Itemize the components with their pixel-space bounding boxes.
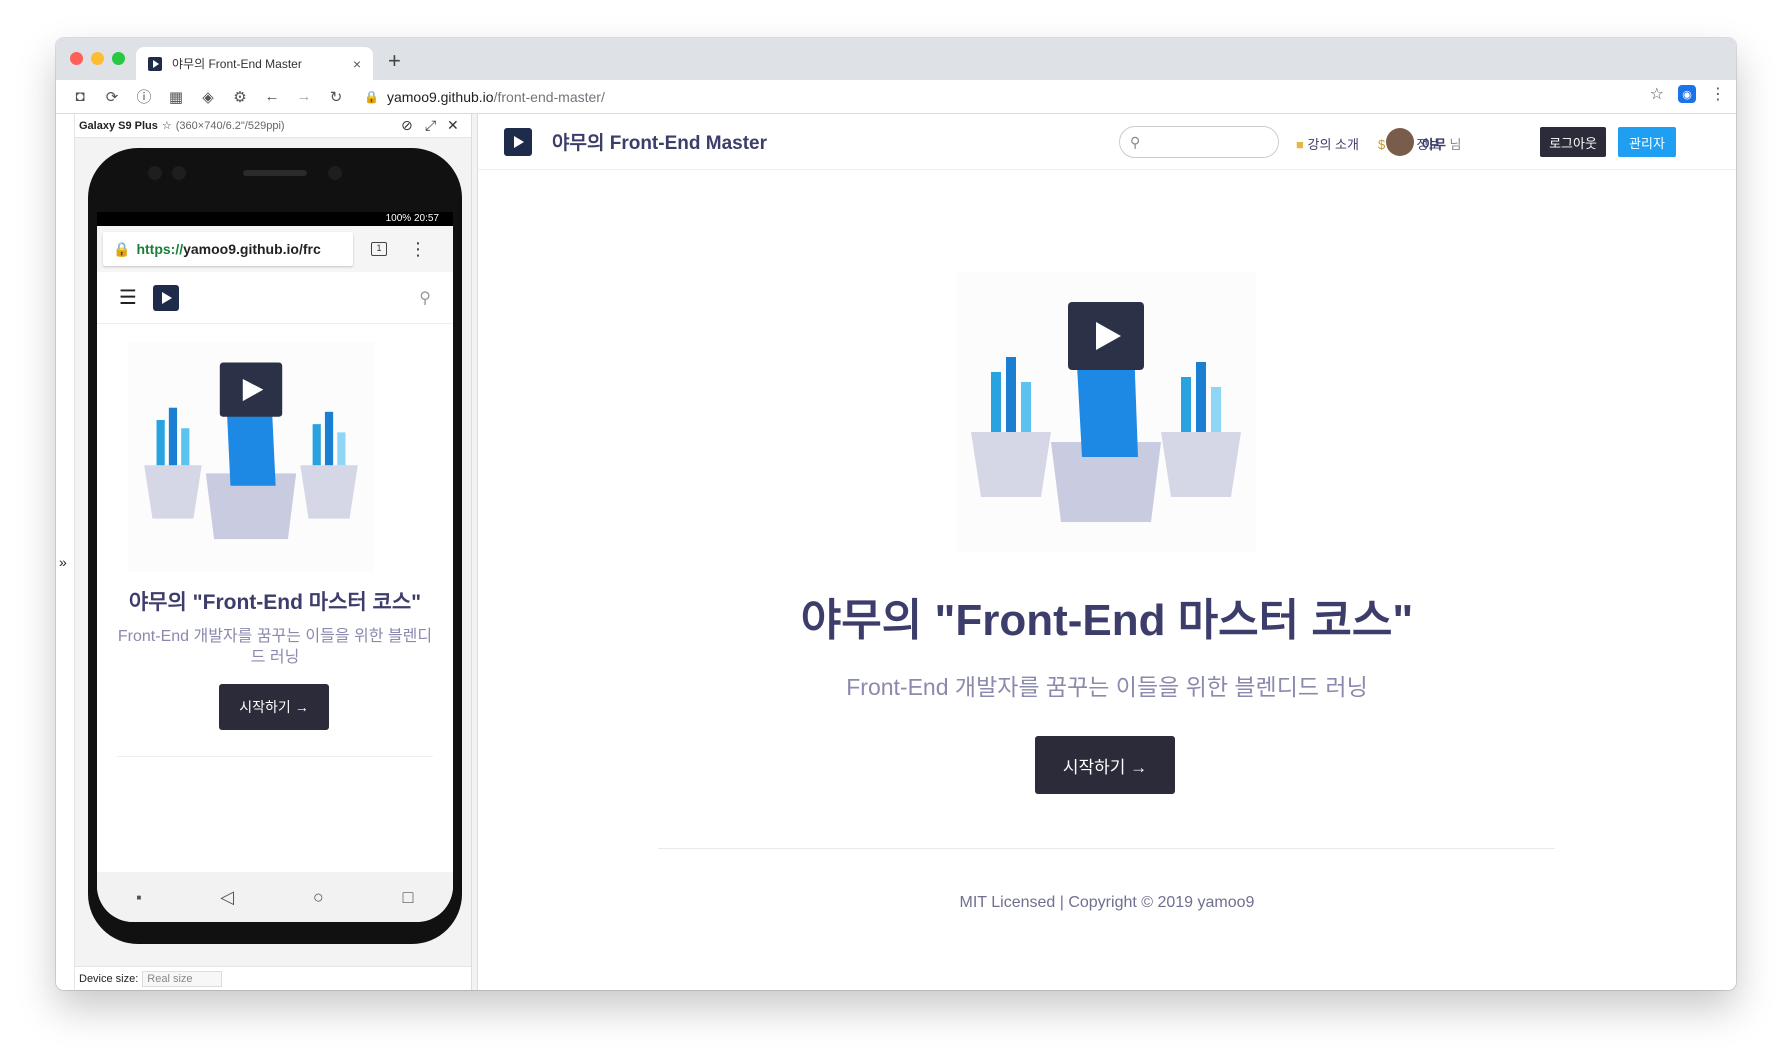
menu-dots-icon[interactable]: ⋮ (1710, 84, 1726, 104)
site-page: 야무의 Front-End Master ⚲ ■ 강의 소개 $ 결제 정보 야… (478, 114, 1736, 990)
site-search-input[interactable]: ⚲ (1119, 126, 1279, 158)
extension-icon[interactable]: ◉ (1678, 85, 1696, 103)
phone-sensor-icon (172, 166, 186, 180)
device-size-bar: Device size: Real size (75, 966, 471, 990)
window-controls (70, 52, 125, 65)
grid-icon[interactable]: ▦ (160, 88, 192, 106)
phone-speaker (243, 170, 307, 176)
back-icon[interactable]: ← (256, 88, 288, 105)
device-spec: (360×740/6.2"/529ppi) (175, 119, 285, 132)
user-avatar[interactable] (1386, 128, 1414, 156)
star-icon[interactable]: ☆ (1650, 84, 1664, 104)
hamburger-icon[interactable]: ☰ (119, 285, 137, 310)
device-emulation-pane: » Galaxy S9 Plus ☆ (360×740/6.2"/529ppi)… (56, 114, 478, 990)
phone-screen: 100% 20:57 🔒 https:// yamoo9.github.io/f… (97, 212, 453, 922)
nav-course-intro[interactable]: ■ 강의 소개 (1296, 134, 1359, 153)
pane-resizer[interactable] (471, 114, 478, 990)
logout-button[interactable]: 로그아웃 (1540, 127, 1606, 157)
mobile-hero-title: 야무의 "Front-End 마스터 코스" (128, 591, 422, 614)
expand-chevron-icon[interactable]: » (59, 554, 67, 570)
code-icon[interactable]: ◈ (192, 88, 224, 106)
url-path: /front-end-master/ (493, 89, 605, 105)
browser-tab[interactable]: 야무의 Front-End Master × (136, 47, 373, 80)
device-star-icon[interactable]: ☆ (162, 119, 172, 132)
mobile-browser-bar: 🔒 https:// yamoo9.github.io/frc 1 ⋮ (97, 226, 453, 272)
device-name[interactable]: Galaxy S9 Plus (79, 120, 158, 132)
book-icon: ■ (1296, 137, 1304, 152)
device-size-label: Device size: (79, 972, 139, 985)
nav-recents-icon[interactable]: □ (403, 887, 414, 908)
android-nav-bar: ■ ◁ ○ □ (97, 872, 453, 922)
hero-subtitle: Front-End 개발자를 꿈꾸는 이들을 위한 블렌디드 러닝 (846, 674, 1368, 700)
browser-window: 야무의 Front-End Master × + ◘ ⟳ ⓘ ▦ ◈ ⚙ ← →… (56, 38, 1736, 990)
device-toolbar: Galaxy S9 Plus ☆ (360×740/6.2"/529ppi) ⊘… (75, 114, 471, 138)
site-header: 야무의 Front-End Master ⚲ ■ 강의 소개 $ 결제 정보 야… (478, 114, 1736, 170)
rotate-icon[interactable]: ⊘ (401, 117, 413, 134)
search-icon: ⚲ (1130, 134, 1141, 150)
mobile-url-text: yamoo9.github.io/frc (183, 241, 321, 257)
hero-illustration (956, 272, 1256, 552)
mobile-divider (117, 756, 433, 757)
camera-icon[interactable]: ◘ (64, 88, 96, 105)
admin-button[interactable]: 관리자 (1618, 127, 1676, 157)
url-host: yamoo9.github.io (386, 89, 494, 105)
resize-icon[interactable]: ⤢ (425, 117, 436, 134)
user-name: 야무 (1422, 137, 1446, 152)
close-device-icon[interactable]: ✕ (447, 117, 459, 134)
tab-strip: 야무의 Front-End Master × + (56, 38, 1736, 80)
mobile-site-header: ☰ ⚲ (97, 272, 453, 324)
money-bag-icon: $ (1378, 137, 1386, 152)
refresh-ext-icon[interactable]: ⟳ (96, 88, 128, 106)
user-suffix: 님 (1449, 137, 1462, 152)
devtools-gutter: » (56, 114, 75, 990)
phone-sensor-icon (148, 166, 162, 180)
mobile-start-button[interactable]: 시작하기 → (219, 684, 329, 730)
nav-back-icon[interactable]: ◁ (220, 887, 234, 908)
secure-lock-icon: 🔒 (113, 240, 131, 257)
tab-close-icon[interactable]: × (353, 56, 361, 72)
gear-icon[interactable]: ⚙ (224, 88, 256, 106)
forward-icon[interactable]: → (288, 88, 320, 105)
mobile-hero-illustration (127, 342, 375, 572)
tab-title: 야무의 Front-End Master (172, 57, 302, 71)
new-tab-button[interactable]: + (388, 48, 401, 74)
toolbar-right: ☆ ◉ ⋮ (1650, 84, 1726, 104)
minimize-window-button[interactable] (91, 52, 104, 65)
mobile-tabs-count[interactable]: 1 (371, 242, 387, 256)
mobile-search-icon[interactable]: ⚲ (419, 288, 431, 308)
alert-icon[interactable]: ⓘ (128, 86, 160, 107)
device-size-select[interactable]: Real size (142, 970, 223, 987)
mobile-logo[interactable] (152, 284, 179, 311)
browser-toolbar: ◘ ⟳ ⓘ ▦ ◈ ⚙ ← → ↻ 🔒 yamoo9.github.io/fro… (56, 80, 1736, 114)
mobile-url-field[interactable]: 🔒 https:// yamoo9.github.io/frc (103, 232, 353, 266)
close-window-button[interactable] (70, 52, 83, 65)
favicon-icon (148, 56, 162, 71)
mobile-menu-icon[interactable]: ⋮ (409, 239, 427, 260)
content-divider (658, 848, 1555, 849)
site-footer: MIT Licensed | Copyright © 2019 yamoo9 (959, 894, 1255, 911)
reload-icon[interactable]: ↻ (320, 88, 352, 106)
address-bar[interactable]: 🔒 yamoo9.github.io/front-end-master/ (364, 84, 1658, 110)
nav-user[interactable]: 야무 님 (1422, 134, 1462, 153)
phone-frame: 100% 20:57 🔒 https:// yamoo9.github.io/f… (88, 148, 462, 944)
mobile-status-bar: 100% 20:57 (97, 212, 453, 226)
zoom-window-button[interactable] (112, 52, 125, 65)
lock-icon: 🔒 (364, 90, 379, 104)
hero-title: 야무의 "Front-End 마스터 코스" (800, 596, 1414, 645)
nav-course-intro-label: 강의 소개 (1307, 137, 1359, 152)
mobile-url-scheme: https:// (136, 241, 184, 257)
nav-home-icon[interactable]: ○ (313, 887, 324, 908)
site-brand[interactable]: 야무의 Front-End Master (552, 128, 767, 155)
phone-camera-icon (328, 166, 342, 180)
mobile-hero-subtitle: Front-End 개발자를 꿈꾸는 이들을 위한 블렌디드 러닝 (117, 628, 433, 666)
site-logo[interactable] (504, 127, 532, 156)
start-button[interactable]: 시작하기 → (1035, 736, 1175, 794)
nav-dot-icon: ■ (136, 892, 142, 902)
